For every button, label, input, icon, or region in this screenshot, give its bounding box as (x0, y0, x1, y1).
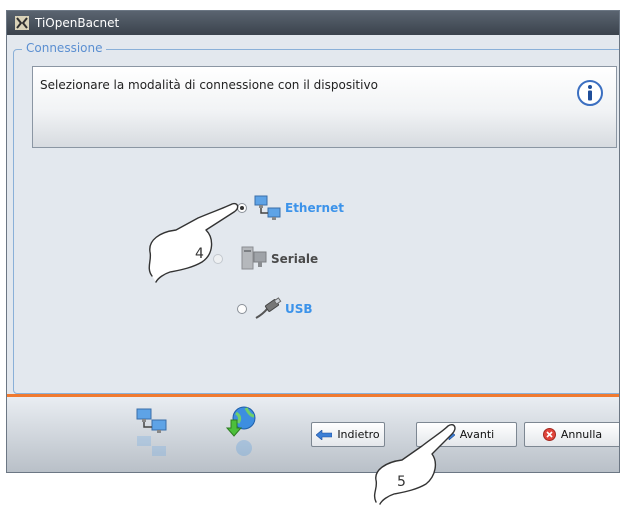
usb-label[interactable]: USB (285, 302, 313, 316)
group-legend: Connessione (22, 41, 107, 55)
radio-usb[interactable] (237, 304, 247, 314)
step-4-number: 4 (195, 246, 204, 262)
globe-download-icon (225, 406, 256, 456)
window-title: TiOpenBacnet (35, 16, 120, 30)
network-computers-icon (136, 408, 167, 456)
cancel-button[interactable]: Annulla (524, 422, 619, 447)
app-logo-icon (15, 16, 29, 30)
step-4-callout: 4 (148, 202, 239, 283)
title-bar: TiOpenBacnet (7, 11, 619, 35)
info-panel: Selezionare la modalità di connessione c… (32, 66, 617, 148)
cancel-icon (542, 428, 556, 441)
network-computers-icon (254, 195, 281, 220)
step-5-number: 5 (397, 474, 406, 490)
instruction-text: Selezionare la modalità di connessione c… (40, 78, 378, 92)
cancel-label: Annulla (560, 428, 603, 441)
option-ethernet[interactable]: Ethernet (237, 193, 344, 223)
usb-cable-icon (255, 297, 282, 319)
arrow-left-icon (316, 429, 333, 440)
info-icon (577, 80, 603, 106)
seriale-label[interactable]: Seriale (271, 252, 318, 266)
step-5-callout: 5 (373, 424, 456, 505)
ethernet-label[interactable]: Ethernet (285, 201, 344, 215)
wizard-window: TiOpenBacnet Connessione Selezionare la … (6, 10, 620, 473)
next-label: Avanti (459, 428, 495, 441)
option-usb[interactable]: USB (237, 294, 313, 324)
